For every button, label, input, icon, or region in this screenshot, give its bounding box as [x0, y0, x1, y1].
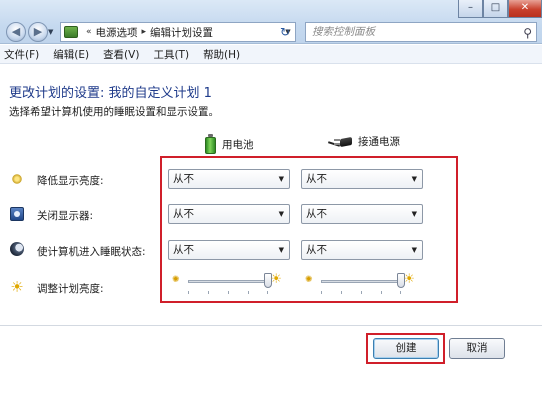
dim-display-icon: [10, 172, 24, 186]
search-icon[interactable]: ⚲: [523, 24, 532, 42]
sleep-moon-icon: [10, 242, 24, 256]
title-bar: ◀ ▶ ▼ « 电源选项 ▸ 编辑计划设置 ▼ ↻ 搜索控制面板 ⚲ – □ ✕: [0, 0, 542, 44]
maximize-button[interactable]: □: [483, 0, 508, 18]
sleep-label: 使计算机进入睡眠状态:: [37, 246, 146, 258]
recent-pages-chevron-icon[interactable]: ▼: [48, 28, 53, 36]
settings-highlight-box: [160, 156, 458, 303]
menu-bar: 文件(F) 编辑(E) 查看(V) 工具(T) 帮助(H): [0, 45, 542, 64]
control-panel-icon: [64, 26, 78, 38]
address-bar[interactable]: « 电源选项 ▸ 编辑计划设置 ▼: [60, 22, 296, 42]
battery-column-header: 用电池: [205, 134, 254, 154]
battery-icon: [205, 134, 216, 154]
back-button[interactable]: ◀: [6, 22, 26, 42]
menu-edit[interactable]: 编辑(E): [53, 47, 89, 62]
page-title: 更改计划的设置: 我的自定义计划 1: [9, 86, 212, 101]
plan-brightness-label: 调整计划亮度:: [37, 283, 104, 295]
breadcrumb-overflow-icon[interactable]: «: [86, 27, 92, 37]
menu-file[interactable]: 文件(F): [4, 47, 39, 62]
page-subtitle: 选择希望计算机使用的睡眠设置和显示设置。: [9, 106, 219, 118]
minimize-button[interactable]: –: [458, 0, 483, 18]
breadcrumb-power-options[interactable]: 电源选项: [96, 25, 138, 40]
close-button[interactable]: ✕: [508, 0, 542, 18]
breadcrumb-edit-plan[interactable]: 编辑计划设置: [150, 25, 213, 40]
plugged-in-column-header: 接通电源: [327, 134, 400, 149]
monitor-off-icon: [10, 207, 24, 221]
refresh-icon[interactable]: ↻: [276, 24, 294, 40]
dim-display-label: 降低显示亮度:: [37, 175, 104, 187]
menu-tools[interactable]: 工具(T): [153, 47, 189, 62]
power-plug-icon: [327, 135, 352, 149]
breadcrumb-separator-icon[interactable]: ▸: [142, 27, 147, 37]
brightness-sun-icon: ☀: [10, 278, 24, 296]
plugged-in-column-label: 接通电源: [358, 136, 400, 148]
menu-view[interactable]: 查看(V): [103, 47, 139, 62]
battery-column-label: 用电池: [222, 138, 254, 151]
cancel-button[interactable]: 取消: [449, 338, 505, 359]
menu-help[interactable]: 帮助(H): [203, 47, 240, 62]
create-button[interactable]: 创建: [373, 338, 439, 359]
turn-off-display-label: 关闭显示器:: [37, 210, 94, 222]
search-placeholder: 搜索控制面板: [312, 26, 375, 38]
forward-button[interactable]: ▶: [28, 22, 48, 42]
footer-divider: [0, 325, 542, 326]
search-input[interactable]: 搜索控制面板 ⚲: [305, 22, 537, 42]
